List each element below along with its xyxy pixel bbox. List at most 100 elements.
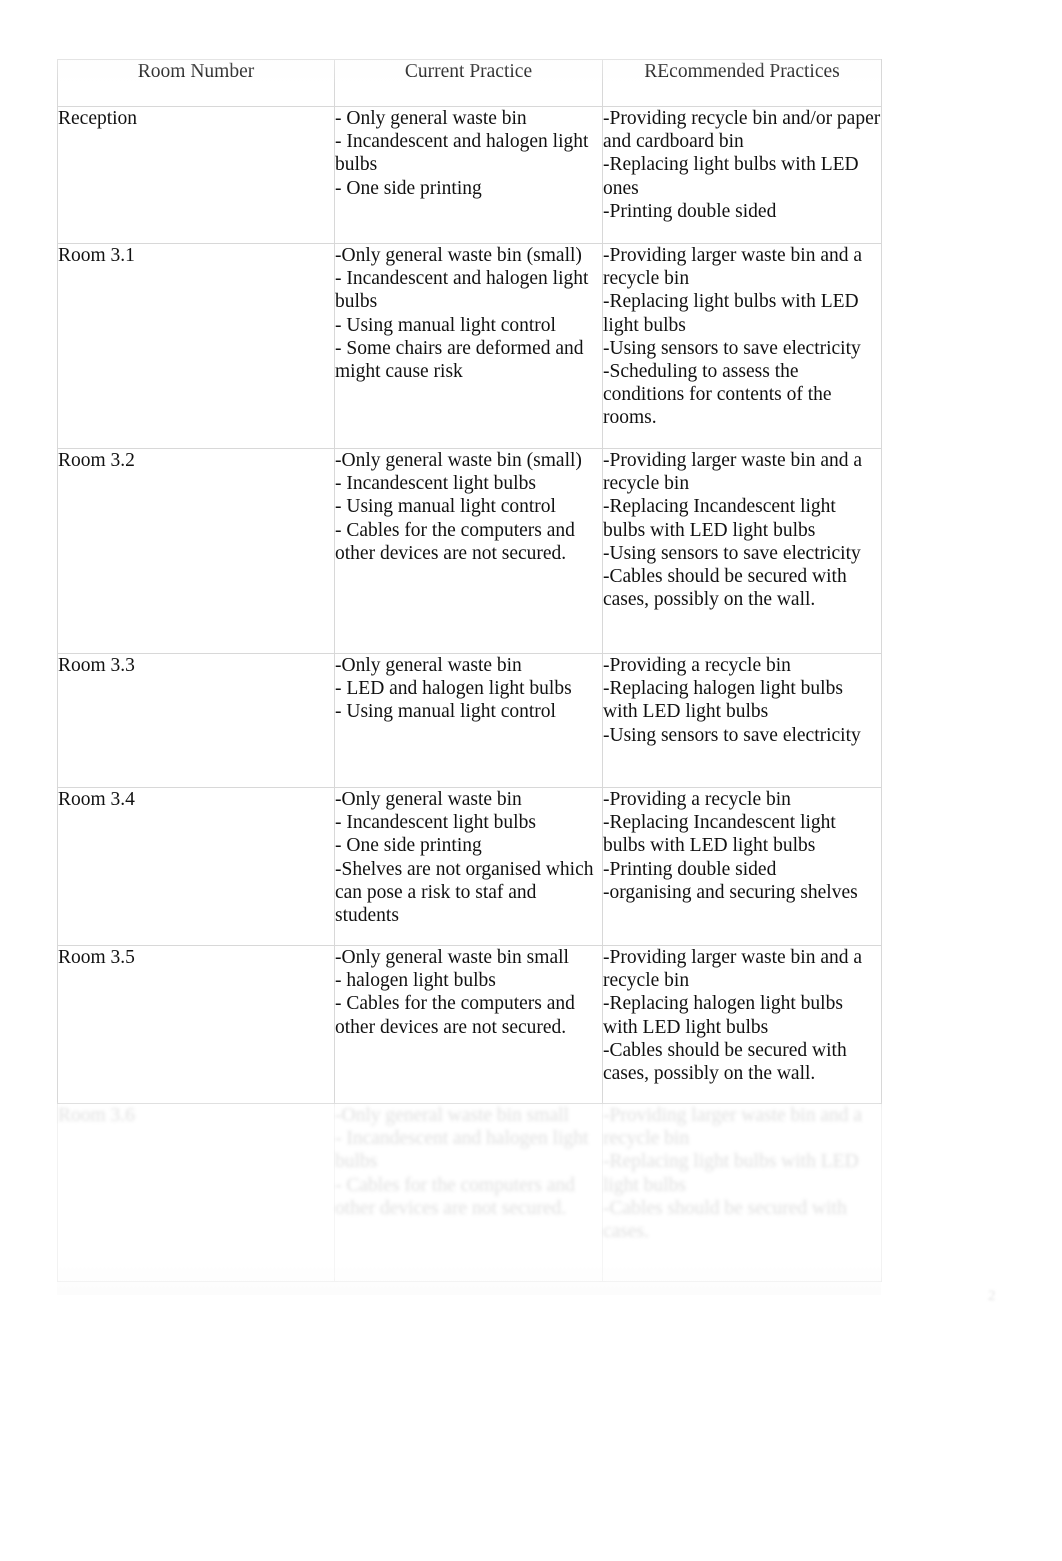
list-item: -Only general waste bin (335, 655, 522, 676)
room-number-cell: Room 3.6 (57, 1103, 335, 1282)
list-item: -Providing a recycle bin (603, 789, 791, 810)
list-item: -Only general waste bin (small) (335, 450, 582, 471)
list-item: -Providing larger waste bin and a recycl… (603, 947, 863, 992)
current-practice-list: -Only general waste bin small - halogen … (335, 946, 602, 1039)
list-item: -Providing larger waste bin and a recycl… (603, 450, 863, 495)
page-number: 2 (988, 1288, 996, 1304)
recommended-practice-list: -Providing a recycle bin -Replacing halo… (603, 654, 881, 747)
list-item: -Shelves are not organised which can pos… (335, 858, 594, 927)
current-practice-cell: -Only general waste bin - Incandescent l… (334, 787, 603, 946)
room-number-cell: Room 3.1 (57, 243, 335, 449)
current-practice-list: -Only general waste bin (small) - Incand… (335, 449, 602, 565)
list-item: -Scheduling to assess the conditions for… (603, 361, 832, 429)
list-item: -Printing double sided (603, 858, 777, 880)
list-item: - halogen light bulbs (335, 970, 496, 992)
list-item: -Replacing halogen light bulbs with LED … (603, 678, 843, 723)
list-item: -Only general waste bin small (335, 1105, 569, 1126)
list-item: -Using sensors to save electricity (603, 337, 861, 359)
recommended-practice-list: -Providing a recycle bin -Replacing Inca… (603, 788, 881, 904)
recommended-practice-list: -Providing recycle bin and/or paper and … (603, 107, 881, 223)
document-page: Room Number Current Practice REcommended… (0, 0, 1062, 1561)
recommended-practice-list: -Providing larger waste bin and a recycl… (603, 449, 881, 611)
column-header-room-number-label: Room Number (137, 61, 255, 82)
room-number-cell: Room 3.5 (57, 945, 335, 1104)
list-item: - Cables for the computers and other dev… (335, 519, 575, 564)
list-item: - Incandescent and halogen light bulbs (335, 131, 589, 176)
table-row: Room 3.3 -Only general waste bin - LED a… (57, 653, 882, 788)
list-item: - LED and halogen light bulbs (335, 678, 572, 700)
list-item: - Incandescent light bulbs (335, 812, 536, 834)
recommended-practice-list: -Providing larger waste bin and a recycl… (603, 1104, 881, 1243)
table-row: Room 3.2 -Only general waste bin (small)… (57, 448, 882, 654)
list-item: - Only general waste bin (335, 108, 527, 129)
list-item: -Cables should be secured with cases. (603, 1197, 847, 1243)
recommended-practice-cell: -Providing larger waste bin and a recycl… (602, 945, 882, 1104)
current-practice-cell: -Only general waste bin small - Incandes… (334, 1103, 603, 1282)
list-item: - Incandescent light bulbs (335, 473, 536, 495)
list-item: -Providing recycle bin and/or paper and … (603, 108, 881, 153)
list-item: - Cables for the computers and other dev… (335, 993, 575, 1038)
list-item: -organising and securing shelves (603, 881, 858, 903)
list-item: -Replacing light bulbs with LED light bu… (603, 291, 859, 336)
table-header-row: Room Number Current Practice REcommended… (57, 59, 882, 107)
room-practices-table: Room Number Current Practice REcommended… (57, 59, 882, 1282)
room-number-cell: Reception (57, 106, 335, 244)
list-item: -Replacing light bulbs with LED ones (603, 154, 859, 199)
list-item: -Providing larger waste bin and a recycl… (603, 245, 863, 290)
table-row-faded: Room 3.6 -Only general waste bin small -… (57, 1103, 882, 1282)
current-practice-cell: -Only general waste bin small - halogen … (334, 945, 603, 1104)
list-item: -Only general waste bin (335, 789, 522, 810)
list-item: -Replacing light bulbs with LED light bu… (603, 1151, 859, 1196)
current-practice-list: -Only general waste bin - Incandescent l… (335, 788, 602, 927)
list-item: -Providing larger waste bin and a recycl… (603, 1105, 863, 1150)
table-row: Reception - Only general waste bin - Inc… (57, 106, 882, 244)
list-item: -Using sensors to save electricity (603, 724, 861, 746)
list-item: -Replacing Incandescent light bulbs with… (603, 496, 836, 541)
recommended-practice-list: -Providing larger waste bin and a recycl… (603, 946, 881, 1085)
recommended-practice-cell: -Providing a recycle bin -Replacing Inca… (602, 787, 882, 946)
current-practice-list: - Only general waste bin - Incandescent … (335, 107, 602, 200)
list-item: -Replacing halogen light bulbs with LED … (603, 993, 843, 1038)
column-header-recommended-practices: REcommended Practices (602, 59, 882, 107)
current-practice-list: -Only general waste bin small - Incandes… (335, 1104, 602, 1220)
current-practice-list: -Only general waste bin - LED and haloge… (335, 654, 602, 724)
recommended-practice-cell: -Providing larger waste bin and a recycl… (602, 448, 882, 654)
list-item: - Some chairs are deformed and might cau… (335, 337, 584, 383)
current-practice-cell: -Only general waste bin (small) - Incand… (334, 243, 603, 449)
recommended-practice-cell: -Providing larger waste bin and a recycl… (602, 1103, 882, 1282)
column-header-current-practice: Current Practice (334, 59, 603, 107)
recommended-practice-cell: -Providing recycle bin and/or paper and … (602, 106, 882, 244)
list-item: -Cables should be secured with cases, po… (603, 1039, 847, 1085)
current-practice-cell: -Only general waste bin - LED and haloge… (334, 653, 603, 788)
list-item: -Printing double sided (603, 200, 777, 222)
room-number-cell: Room 3.2 (57, 448, 335, 654)
table-row: Room 3.4 -Only general waste bin - Incan… (57, 787, 882, 946)
list-item: - One side printing (335, 835, 482, 857)
list-item: -Providing a recycle bin (603, 655, 791, 676)
list-item: - Using manual light control (335, 314, 556, 336)
current-practice-list: -Only general waste bin (small) - Incand… (335, 244, 602, 383)
list-item: -Cables should be secured with cases, po… (603, 566, 847, 611)
recommended-practice-cell: -Providing larger waste bin and a recycl… (602, 243, 882, 449)
room-number-cell: Room 3.4 (57, 787, 335, 946)
list-item: - Incandescent and halogen light bulbs (335, 1128, 589, 1173)
current-practice-cell: - Only general waste bin - Incandescent … (334, 106, 603, 244)
table-row: Room 3.5 -Only general waste bin small -… (57, 945, 882, 1104)
list-item: -Using sensors to save electricity (603, 542, 861, 564)
column-header-recommended-practices-label: REcommended Practices (644, 61, 840, 82)
list-item: - Using manual light control (335, 701, 556, 723)
recommended-practice-cell: -Providing a recycle bin -Replacing halo… (602, 653, 882, 788)
table-row: Room 3.1 -Only general waste bin (small)… (57, 243, 882, 449)
list-item: -Only general waste bin (small) (335, 245, 582, 266)
list-item: - Cables for the computers and other dev… (335, 1174, 575, 1219)
column-header-room-number: Room Number (57, 59, 335, 107)
list-item: - One side printing (335, 177, 482, 199)
room-number-cell: Room 3.3 (57, 653, 335, 788)
column-header-current-practice-label: Current Practice (404, 61, 533, 82)
room-practices-table-container: Room Number Current Practice REcommended… (57, 59, 882, 1282)
table-body: Reception - Only general waste bin - Inc… (57, 106, 882, 1282)
list-item: - Incandescent and halogen light bulbs (335, 268, 589, 313)
recommended-practice-list: -Providing larger waste bin and a recycl… (603, 244, 881, 430)
current-practice-cell: -Only general waste bin (small) - Incand… (334, 448, 603, 654)
list-item: - Using manual light control (335, 496, 556, 518)
